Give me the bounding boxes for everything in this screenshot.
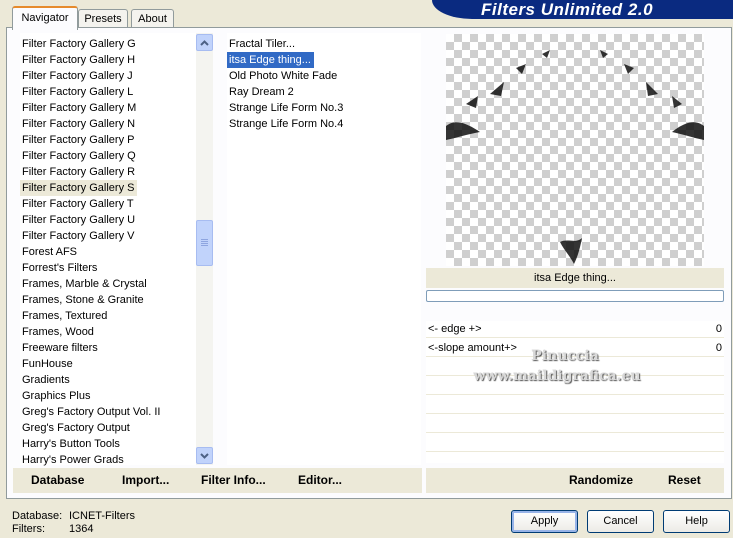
category-list-item[interactable]: Filter Factory Gallery N [20, 116, 138, 132]
param-row-empty [426, 397, 724, 414]
category-list-item[interactable]: Filter Factory Gallery V [20, 228, 137, 244]
status-filters-label: Filters: [12, 523, 45, 535]
category-list-item[interactable]: Greg's Factory Output Vol. II [20, 404, 163, 420]
filter-list-item[interactable]: Fractal Tiler... [227, 36, 298, 52]
chevron-up-icon [200, 39, 209, 46]
param-label: <- edge +> [428, 323, 482, 335]
editor-button[interactable]: Editor... [298, 468, 342, 493]
category-list-item[interactable]: Filter Factory Gallery M [20, 100, 139, 116]
filter-list[interactable]: Fractal Tiler... itsa Edge thing... Old Ph… [227, 33, 421, 465]
param-row-empty [426, 416, 724, 433]
filter-list-item[interactable]: Strange Life Form No.3 [227, 100, 346, 116]
category-list-item[interactable]: Filter Factory Gallery P [20, 132, 137, 148]
selected-filter-name: itsa Edge thing... [426, 268, 724, 288]
tab-presets[interactable]: Presets [78, 9, 128, 29]
status-database-value: ICNET-Filters [69, 510, 135, 522]
category-list-item[interactable]: Greg's Factory Output [20, 420, 133, 436]
randomize-button[interactable]: Randomize [569, 468, 633, 493]
category-list-item[interactable]: Gradients [20, 372, 73, 388]
category-list[interactable]: Filter Factory Gallery G Filter Factory G… [20, 33, 196, 468]
tab-about[interactable]: About [131, 9, 174, 29]
category-list-item[interactable]: Frames, Textured [20, 308, 110, 324]
cancel-button[interactable]: Cancel [587, 510, 654, 533]
category-list-item[interactable]: Frames, Stone & Granite [20, 292, 147, 308]
param-value: 0 [715, 342, 722, 354]
status-filters: Filters: 1364 [12, 522, 93, 536]
param-row-edge[interactable]: <- edge +> 0 [426, 321, 724, 338]
category-list-item[interactable]: Filter Factory Gallery Q [20, 148, 139, 164]
category-list-item[interactable]: Forest AFS [20, 244, 80, 260]
category-list-item[interactable]: Filter Factory Gallery T [20, 196, 137, 212]
app-title: Filters Unlimited 2.0 [481, 0, 654, 19]
category-list-item[interactable]: Forrest's Filters [20, 260, 100, 276]
chevron-down-icon [200, 452, 209, 459]
preview-effect-graphic [446, 50, 704, 264]
filter-list-item[interactable]: itsa Edge thing... [227, 52, 314, 68]
category-list-item[interactable]: Filter Factory Gallery R [20, 164, 138, 180]
database-button[interactable]: Database [31, 468, 84, 493]
navigator-toolbar: Database Import... Filter Info... Editor… [13, 468, 422, 493]
category-list-item[interactable]: Harry's Button Tools [20, 436, 123, 452]
preview-toolbar: Randomize Reset [426, 468, 724, 493]
category-list-item[interactable]: Frames, Marble & Crystal [20, 276, 150, 292]
category-list-item[interactable]: Filter Factory Gallery J [20, 68, 136, 84]
scroll-up-button[interactable] [196, 34, 213, 51]
scroll-down-button[interactable] [196, 447, 213, 464]
param-value: 0 [715, 323, 722, 335]
apply-button[interactable]: Apply [511, 510, 578, 533]
category-list-item[interactable]: Filter Factory Gallery U [20, 212, 138, 228]
parameter-panel: <- edge +> 0 <-slope amount+> 0 [426, 321, 724, 463]
category-list-item[interactable]: Freeware filters [20, 340, 101, 356]
category-list-item[interactable]: Filter Factory Gallery G [20, 36, 139, 52]
status-database-label: Database: [12, 510, 63, 522]
filter-list-item[interactable]: Ray Dream 2 [227, 84, 297, 100]
preview-image [446, 34, 704, 266]
reset-button[interactable]: Reset [668, 468, 701, 493]
help-button[interactable]: Help [663, 510, 730, 533]
category-list-item[interactable]: Filter Factory Gallery S [20, 180, 138, 196]
category-list-item[interactable]: FunHouse [20, 356, 76, 372]
watermark-url: www.maildigrafica.eu [473, 368, 641, 384]
scroll-thumb[interactable] [196, 220, 213, 266]
category-scrollbar[interactable] [196, 33, 213, 465]
watermark-name: Pinuccia [531, 348, 599, 364]
category-list-item[interactable]: Filter Factory Gallery L [20, 84, 136, 100]
category-list-item[interactable]: Graphics Plus [20, 388, 93, 404]
param-row-empty [426, 435, 724, 452]
category-list-item[interactable]: Harry's Power Grads [20, 452, 127, 468]
filter-info-button[interactable]: Filter Info... [201, 468, 266, 493]
filter-list-item[interactable]: Old Photo White Fade [227, 68, 340, 84]
import-button[interactable]: Import... [122, 468, 169, 493]
filter-list-item[interactable]: Strange Life Form No.4 [227, 116, 346, 132]
status-filters-value: 1364 [69, 523, 94, 535]
status-database: Database: ICNET-Filters [12, 509, 135, 523]
category-list-item[interactable]: Filter Factory Gallery H [20, 52, 138, 68]
category-list-item[interactable]: Frames, Wood [20, 324, 97, 340]
tab-navigator[interactable]: Navigator [12, 6, 78, 30]
progress-bar [426, 290, 724, 302]
